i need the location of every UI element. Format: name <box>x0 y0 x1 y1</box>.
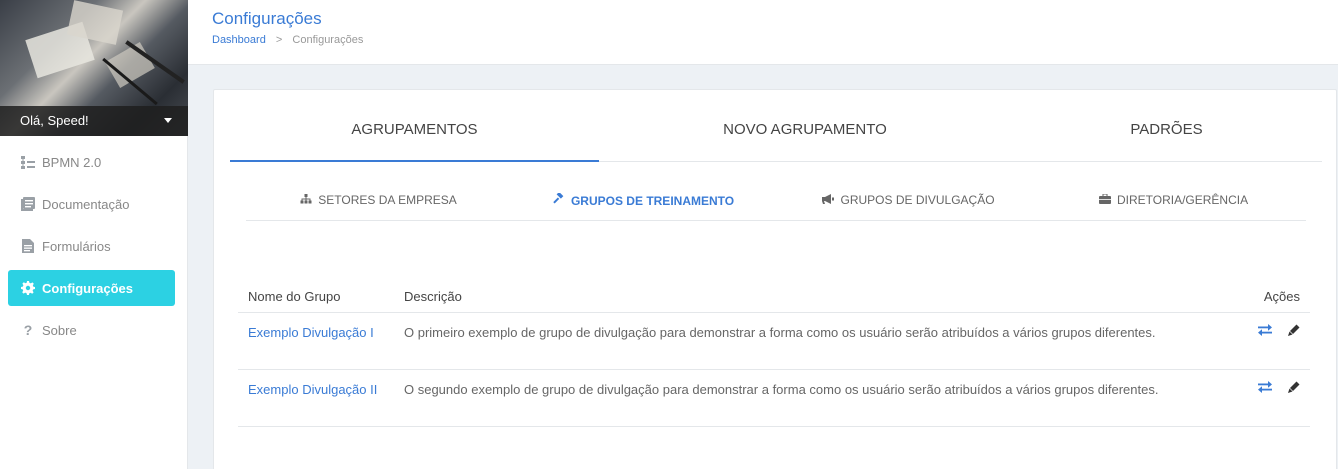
subtab-setores-da-empresa[interactable]: SETORES DA EMPRESA <box>246 183 511 220</box>
groups-table: Nome do Grupo Descrição Ações Exemplo Di… <box>238 280 1310 427</box>
tab-novo-agrupamento[interactable]: NOVO AGRUPAMENTO <box>599 107 1011 161</box>
sidebar-item-label: Configurações <box>42 280 134 296</box>
sidebar-item-configuracoes[interactable]: Configurações <box>8 270 175 306</box>
breadcrumb: Dashboard > Configurações <box>212 34 363 46</box>
sidebar-item-label: Formulários <box>42 238 111 254</box>
book-icon <box>20 196 36 212</box>
column-header-actions: Ações <box>1263 288 1300 304</box>
subtab-label: GRUPOS DE TREINAMENTO <box>570 194 735 208</box>
sidebar-item-formularios[interactable]: Formulários <box>8 228 175 264</box>
table-header: Nome do Grupo Descrição Ações <box>238 280 1310 313</box>
briefcase-icon <box>1098 193 1114 207</box>
group-description: O segundo exemplo de grupo de divulgação… <box>404 382 1159 397</box>
pencil-icon[interactable] <box>1286 381 1300 395</box>
row-actions <box>1248 370 1310 426</box>
settings-card: AGRUPAMENTOS NOVO AGRUPAMENTO PADRÕES SE… <box>213 89 1337 469</box>
pencil-icon[interactable] <box>1286 324 1300 338</box>
gear-icon <box>20 280 36 296</box>
sidebar-nav: BPMN 2.0 Documentação Formulários Config… <box>0 144 187 348</box>
user-greeting: Olá, Speed! <box>20 113 89 128</box>
group-description: O primeiro exemplo de grupo de divulgaçã… <box>404 325 1156 340</box>
row-actions <box>1248 313 1310 369</box>
page-title: Configurações <box>212 9 322 28</box>
main-tabs: AGRUPAMENTOS NOVO AGRUPAMENTO PADRÕES <box>230 107 1322 162</box>
column-header-name: Nome do Grupo <box>248 288 341 304</box>
subtab-label: DIRETORIA/GERÊNCIA <box>1116 193 1249 207</box>
sidebar-item-label: Sobre <box>42 322 77 338</box>
sitemap-icon <box>300 194 315 207</box>
page-header: Configurações Dashboard > Configurações <box>188 0 1338 65</box>
breadcrumb-separator: > <box>275 34 283 46</box>
gavel-icon <box>553 191 568 208</box>
sidebar-item-documentacao[interactable]: Documentação <box>8 186 175 222</box>
group-name-link[interactable]: Exemplo Divulgação II <box>238 370 394 426</box>
tab-padroes[interactable]: PADRÕES <box>1011 107 1322 161</box>
question-icon: ? <box>23 322 33 338</box>
exchange-icon[interactable] <box>1258 381 1272 395</box>
subtab-diretoria-gerencia[interactable]: DIRETORIA/GERÊNCIA <box>1041 183 1306 220</box>
group-name-link[interactable]: Exemplo Divulgação I <box>238 313 394 369</box>
breadcrumb-current: Configurações <box>292 34 364 46</box>
sidebar: Olá, Speed! BPMN 2.0 Documentação Formul… <box>0 0 188 469</box>
subtab-grupos-de-divulgacao[interactable]: GRUPOS DE DIVULGAÇÃO <box>776 183 1041 220</box>
subtab-label: SETORES DA EMPRESA <box>318 193 457 207</box>
profile-banner: Olá, Speed! <box>0 0 188 136</box>
subtab-label: GRUPOS DE DIVULGAÇÃO <box>840 193 995 207</box>
exchange-icon[interactable] <box>1258 324 1272 338</box>
sidebar-item-sobre[interactable]: ? Sobre <box>8 312 175 348</box>
sidebar-item-label: BPMN 2.0 <box>42 154 102 170</box>
sidebar-item-bpmn[interactable]: BPMN 2.0 <box>8 144 175 180</box>
sitemap-icon <box>20 154 36 170</box>
column-header-description: Descrição <box>404 288 462 304</box>
sub-tabs: SETORES DA EMPRESA GRUPOS DE TREINAMENTO… <box>246 183 1306 221</box>
file-icon <box>20 238 36 254</box>
table-row: Exemplo Divulgação I O primeiro exemplo … <box>238 313 1310 370</box>
tab-agrupamentos[interactable]: AGRUPAMENTOS <box>230 107 599 162</box>
subtab-grupos-de-treinamento[interactable]: GRUPOS DE TREINAMENTO <box>511 183 776 220</box>
sidebar-item-label: Documentação <box>42 196 130 212</box>
table-row: Exemplo Divulgação II O segundo exemplo … <box>238 370 1310 427</box>
bullhorn-icon <box>822 194 837 207</box>
caret-down-icon <box>164 118 172 123</box>
breadcrumb-dashboard-link[interactable]: Dashboard <box>212 34 266 46</box>
user-menu-toggle[interactable]: Olá, Speed! <box>0 106 188 136</box>
